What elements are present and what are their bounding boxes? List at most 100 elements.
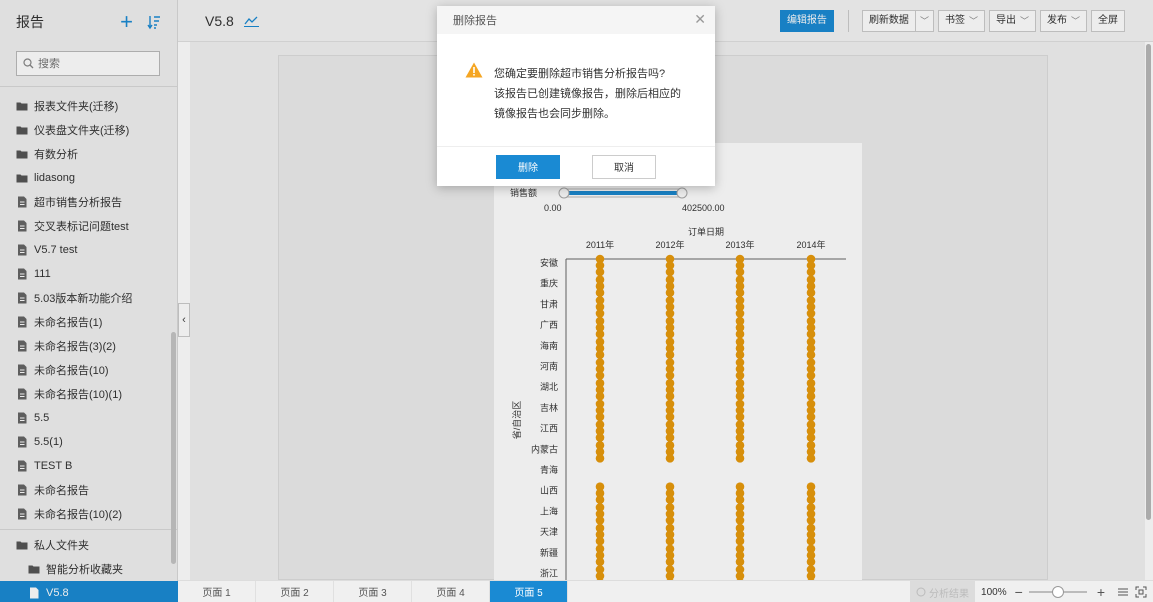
sidebar-item[interactable]: 未命名报告(10)(1) [0, 382, 178, 406]
fit-screen-icon[interactable] [1135, 586, 1147, 598]
close-icon[interactable]: ✕ [694, 12, 706, 26]
sidebar-item[interactable]: 有数分析 [0, 142, 178, 166]
analysis-results-button[interactable]: 分析结果 [910, 581, 976, 602]
fullscreen-button[interactable]: 全屏 [1091, 10, 1125, 32]
page-tab[interactable]: 页面 4 [412, 580, 490, 602]
chevron-down-icon: ﹀ [968, 16, 978, 26]
row-label: 浙江 [540, 568, 558, 579]
row-label: 上海 [540, 505, 558, 516]
row-label: 江西 [540, 424, 558, 434]
bookmark-label: 书签 [944, 15, 965, 26]
sidebar-item[interactable]: 5.5 [0, 406, 178, 430]
sidebar-item-smart-folder[interactable]: 智能分析收藏夹 [0, 557, 178, 581]
page-tab[interactable]: 页面 3 [334, 580, 412, 602]
report-icon [18, 244, 27, 256]
sidebar-item[interactable]: V5.7 test [0, 238, 178, 262]
sort-icon[interactable] [147, 14, 161, 30]
add-report-icon[interactable]: + [120, 11, 133, 33]
sidebar-item[interactable]: 未命名报告(1) [0, 310, 178, 334]
sidebar-item-label: lidasong [34, 172, 75, 184]
zoom-slider-thumb[interactable] [1051, 586, 1064, 598]
sidebar-item[interactable]: 111 [0, 262, 178, 286]
edit-report-button[interactable]: 编辑报告 [779, 10, 834, 32]
export-button[interactable]: 导出 ﹀ [988, 10, 1036, 32]
filter-max-handle[interactable] [676, 187, 688, 199]
sidebar-item[interactable]: 仪表盘文件夹(迁移) [0, 118, 178, 142]
data-point [735, 309, 745, 318]
data-point [735, 536, 745, 546]
zoom-out-button[interactable]: − [1015, 584, 1023, 600]
sidebar-item-label: 报表文件夹(迁移) [34, 101, 119, 113]
sidebar-item-label: V5.7 test [34, 244, 78, 256]
sidebar-item[interactable]: 5.03版本新功能介绍 [0, 286, 178, 310]
x-axis-title: 订单日期 [688, 226, 724, 237]
warning-icon [465, 62, 483, 78]
sidebar-item[interactable]: 交叉表标记问题test [0, 214, 178, 238]
data-point [806, 454, 816, 463]
sidebar-item[interactable]: 报表文件夹(迁移) [0, 94, 178, 118]
zoom-controls: 分析结果 100% − + [910, 581, 1147, 602]
fit-width-icon[interactable] [1117, 586, 1129, 598]
data-point [735, 267, 745, 277]
zoom-in-button[interactable]: + [1097, 584, 1105, 600]
bookmark-button[interactable]: 书签 ﹀ [937, 10, 985, 32]
publish-button[interactable]: 发布 ﹀ [1039, 10, 1087, 32]
sidebar-item-label: 5.5(1) [34, 436, 63, 448]
sidebar-item-label: 未命名报告(3)(2) [34, 341, 116, 353]
data-point [735, 288, 745, 297]
data-point [665, 371, 675, 380]
data-point [665, 516, 675, 525]
sidebar-item[interactable]: 5.5(1) [0, 430, 178, 454]
cancel-button[interactable]: 取消 [592, 154, 656, 179]
collapse-sidebar-button[interactable]: ‹ [178, 303, 190, 337]
sidebar-item[interactable]: 未命名报告 [0, 478, 178, 502]
search-input[interactable] [38, 57, 148, 70]
filter-label: 销售额 [510, 187, 537, 198]
dialog-footer: 删除 取消 [437, 146, 715, 186]
row-label: 河南 [540, 361, 558, 372]
row-label: 湖北 [540, 382, 558, 392]
sidebar-item-label: 超市销售分析报告 [34, 197, 122, 209]
sidebar-item[interactable]: 超市销售分析报告 [0, 190, 178, 214]
data-point [665, 309, 675, 318]
line-chart-icon[interactable] [243, 15, 259, 27]
zoom-slider[interactable] [1028, 585, 1087, 599]
filter-min-handle[interactable] [558, 187, 570, 199]
data-point [665, 267, 675, 277]
data-point [595, 412, 605, 422]
confirm-delete-button[interactable]: 删除 [496, 154, 560, 179]
toolbar-actions: 编辑报告 刷新数据 ﹀ 书签 ﹀ 导出 ﹀ 发布 ﹀ 全屏 [779, 10, 1129, 32]
sidebar-item-label: 智能分析收藏夹 [46, 564, 123, 576]
report-icon [18, 268, 27, 280]
page-tab[interactable]: 页面 5 [490, 580, 568, 602]
sidebar-item-label: 未命名报告(1) [34, 317, 103, 329]
zoom-level: 100% [981, 586, 1007, 598]
data-point [806, 329, 816, 339]
sidebar-item[interactable]: 未命名报告(10)(2) [0, 502, 178, 526]
sidebar-item[interactable]: 未命名报告(3)(2) [0, 334, 178, 358]
sidebar-item-active[interactable]: V5.8 [0, 581, 178, 602]
refresh-dropdown-button[interactable]: ﹀ [915, 10, 934, 32]
data-point [735, 433, 745, 442]
bottom-bar: 页面 1 页面 2 页面 3 页面 4 页面 5 分析结果 100% − + [178, 580, 1153, 602]
row-label: 青海 [540, 464, 558, 475]
sidebar-divider [0, 86, 178, 87]
analysis-icon [916, 587, 926, 597]
sidebar-item-label: TEST B [34, 460, 73, 472]
sidebar-item[interactable]: 未命名报告(10) [0, 358, 178, 382]
canvas-scrollbar[interactable] [1146, 44, 1151, 520]
sidebar-item[interactable]: lidasong [0, 166, 178, 190]
data-point [806, 288, 816, 297]
sidebar-item[interactable]: TEST B [0, 454, 178, 478]
sidebar-scrollbar[interactable] [171, 332, 176, 564]
dialog-message-line-1: 您确定要删除超市销售分析报告吗? [494, 68, 666, 80]
row-label: 吉林 [540, 402, 558, 413]
data-point [665, 391, 675, 401]
sidebar-item-personal-folder[interactable]: 私人文件夹 [0, 533, 178, 557]
refresh-data-button[interactable]: 刷新数据 [861, 10, 916, 32]
filter-min-value: 0.00 [544, 203, 562, 213]
page-tab[interactable]: 页面 2 [256, 580, 334, 602]
page-tab[interactable]: 页面 1 [178, 580, 256, 602]
y-axis-title: 省/自治区 [511, 401, 522, 440]
search-box[interactable] [16, 51, 160, 76]
